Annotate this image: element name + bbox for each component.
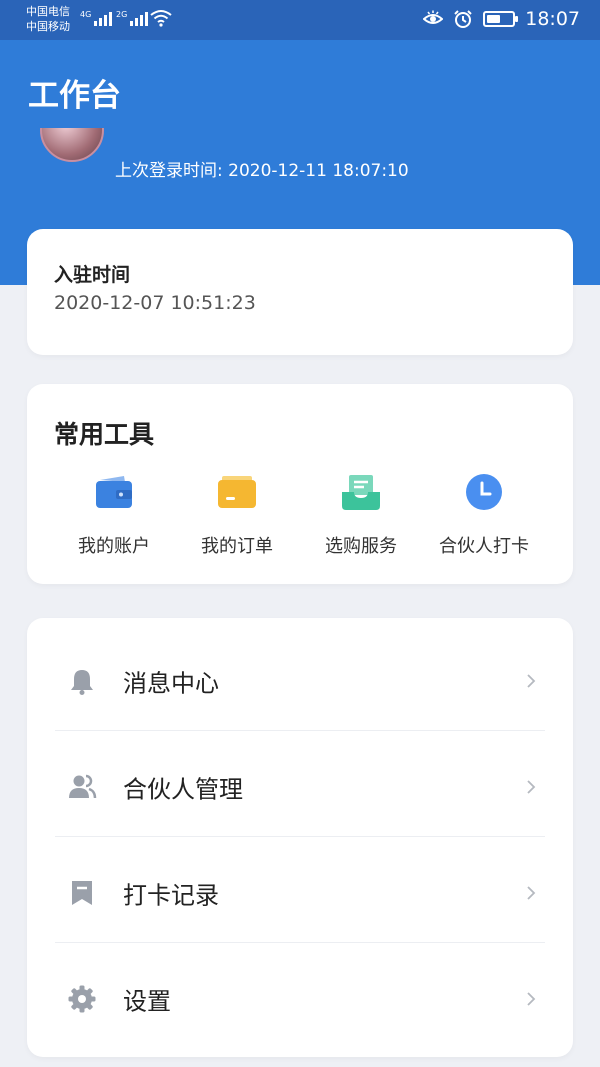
folder-icon	[218, 476, 256, 508]
carrier-2: 中国移动	[26, 20, 70, 33]
divider	[55, 942, 545, 943]
last-login-time: 上次登录时间: 2020-12-11 18:07:10	[115, 161, 409, 181]
gear-icon	[68, 985, 96, 1013]
carrier-info: 中国电信 中国移动	[26, 4, 70, 34]
status-time: 18:07	[525, 8, 580, 30]
clock-icon	[466, 474, 502, 510]
signal-1-icon: 4G	[80, 10, 113, 26]
avatar[interactable]	[40, 128, 104, 162]
menu-item-messages[interactable]: 消息中心	[27, 628, 573, 734]
inbox-icon	[342, 475, 380, 510]
profile-section: 上次登录时间: 2020-12-11 18:07:10	[0, 128, 600, 198]
divider	[55, 730, 545, 731]
menu-item-label: 设置	[123, 987, 171, 1016]
chevron-right-icon	[527, 886, 536, 900]
menu-item-settings[interactable]: 设置	[27, 946, 573, 1052]
common-tools-card: 常用工具 我的账户 我的订单 选购服务 合伙人打卡	[27, 384, 573, 584]
wifi-icon	[150, 10, 172, 27]
tool-my-orders[interactable]: 我的订单	[177, 470, 297, 558]
join-time-card: 入驻时间 2020-12-07 10:51:23	[27, 229, 573, 355]
wallet-icon	[96, 476, 132, 508]
status-bar: 中国电信 中国移动 4G 2G 18:07	[0, 0, 600, 40]
battery-icon	[483, 11, 519, 27]
join-time-value: 2020-12-07 10:51:23	[54, 292, 256, 314]
alarm-icon	[454, 10, 472, 28]
tool-label: 选购服务	[325, 536, 397, 557]
bell-icon	[71, 670, 93, 695]
signal-2-icon: 2G	[116, 10, 149, 26]
tool-label: 合伙人打卡	[439, 536, 529, 557]
tool-label: 我的账户	[78, 536, 150, 557]
tool-buy-service[interactable]: 选购服务	[301, 470, 421, 558]
tool-my-account[interactable]: 我的账户	[54, 470, 174, 558]
chevron-right-icon	[527, 674, 536, 688]
eye-icon	[423, 10, 444, 24]
join-time-label: 入驻时间	[54, 264, 131, 286]
menu-item-checkin-records[interactable]: 打卡记录	[27, 840, 573, 946]
status-right: 18:07	[423, 8, 580, 30]
menu-item-partner-management[interactable]: 合伙人管理	[27, 734, 573, 840]
tools-title: 常用工具	[54, 420, 155, 449]
menu-item-label: 消息中心	[123, 669, 219, 698]
menu-card: 消息中心 合伙人管理 打卡记录 设置	[27, 618, 573, 1057]
carrier-1: 中国电信	[26, 5, 70, 18]
chevron-right-icon	[527, 992, 536, 1006]
tool-label: 我的订单	[201, 536, 273, 557]
page-title: 工作台	[28, 78, 121, 114]
tool-partner-checkin[interactable]: 合伙人打卡	[424, 470, 544, 558]
divider	[55, 836, 545, 837]
menu-item-label: 合伙人管理	[123, 775, 243, 804]
bookmark-icon	[72, 881, 92, 905]
users-icon	[69, 774, 97, 799]
chevron-right-icon	[527, 780, 536, 794]
menu-item-label: 打卡记录	[123, 881, 219, 910]
